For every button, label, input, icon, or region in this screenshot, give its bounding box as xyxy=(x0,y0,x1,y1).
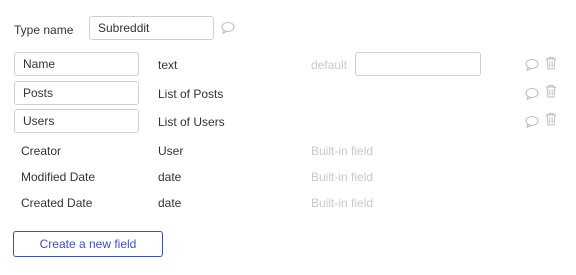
trash-icon[interactable] xyxy=(543,83,559,99)
field-type: List of Posts xyxy=(158,87,224,101)
comment-icon[interactable] xyxy=(524,57,540,73)
default-value-input[interactable] xyxy=(355,52,481,76)
comment-icon[interactable] xyxy=(220,20,236,36)
field-name-input[interactable]: Users xyxy=(14,109,139,133)
comment-icon[interactable] xyxy=(524,114,540,130)
builtin-field-name: Created Date xyxy=(21,196,93,210)
trash-icon[interactable] xyxy=(543,55,559,71)
comment-icon[interactable] xyxy=(524,86,540,102)
field-name-input[interactable]: Posts xyxy=(14,81,139,105)
default-label: default xyxy=(311,58,348,72)
field-name-input[interactable]: Name xyxy=(14,52,139,76)
builtin-field-note: Built-in field xyxy=(311,170,374,184)
type-name-input[interactable]: Subreddit xyxy=(89,16,214,40)
create-new-field-button[interactable]: Create a new field xyxy=(13,231,163,257)
builtin-field-type: date xyxy=(158,196,182,210)
field-type: text xyxy=(158,58,178,72)
builtin-field-name: Modified Date xyxy=(21,170,96,184)
builtin-field-name: Creator xyxy=(21,144,62,158)
builtin-field-note: Built-in field xyxy=(311,196,374,210)
type-name-label: Type name xyxy=(14,23,74,37)
builtin-field-type: date xyxy=(158,170,182,184)
create-new-field-label: Create a new field xyxy=(39,237,137,251)
trash-icon[interactable] xyxy=(543,111,559,127)
field-type: List of Users xyxy=(158,115,225,129)
data-type-editor: Type name Subreddit Name text default Po… xyxy=(0,0,576,275)
builtin-field-type: User xyxy=(158,144,184,158)
builtin-field-note: Built-in field xyxy=(311,144,374,158)
